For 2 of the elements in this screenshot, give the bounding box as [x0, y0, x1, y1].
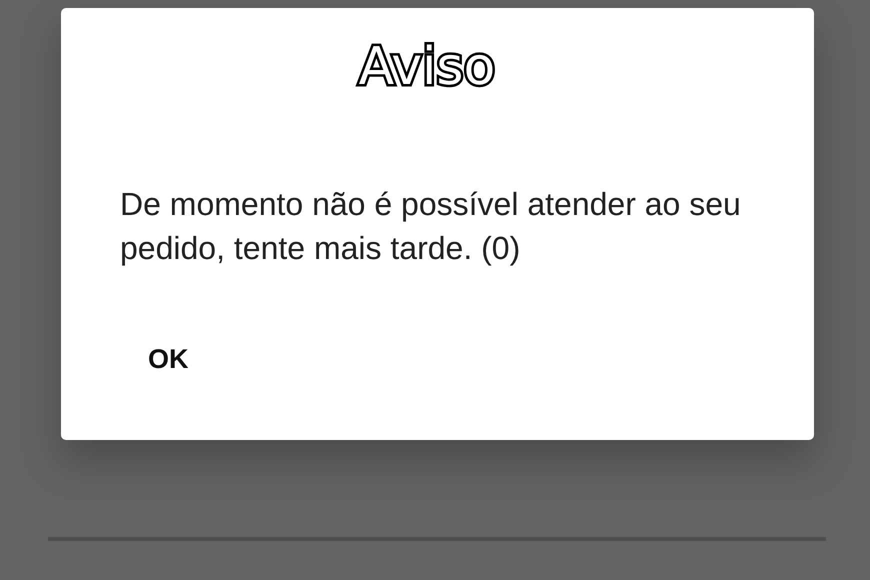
ok-button[interactable]: OK: [138, 336, 198, 383]
dialog-message: De momento não é possível atender ao seu pedido, tente mais tarde. (0): [120, 185, 742, 268]
